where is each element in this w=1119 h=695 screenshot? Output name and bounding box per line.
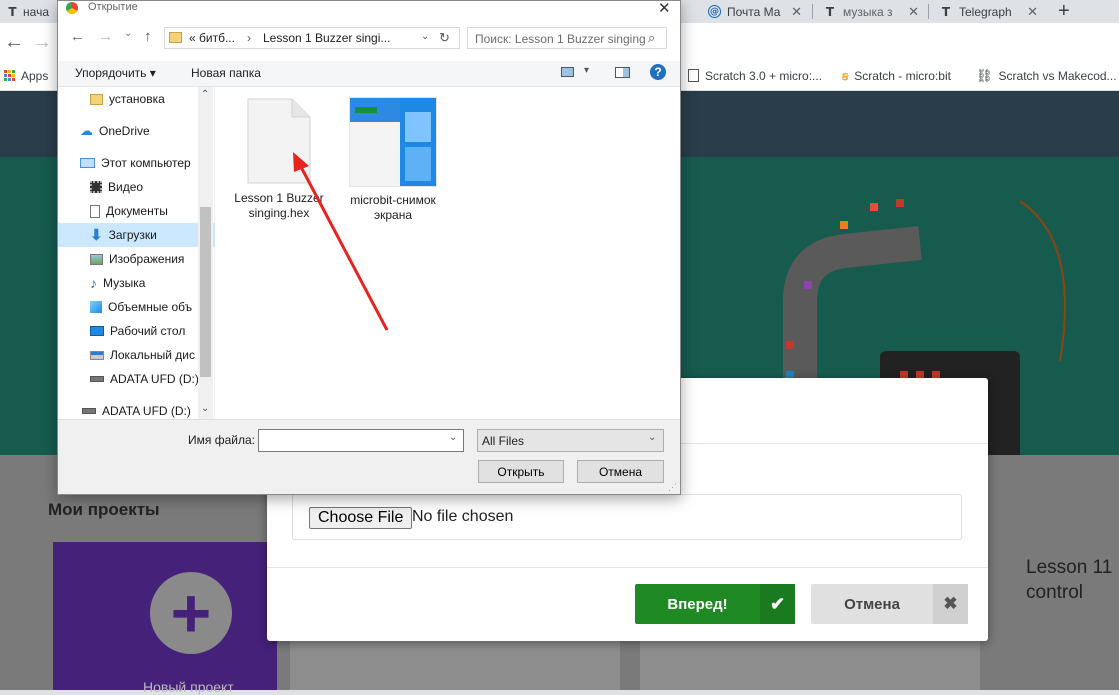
- red-arrow-annotation: [293, 152, 389, 331]
